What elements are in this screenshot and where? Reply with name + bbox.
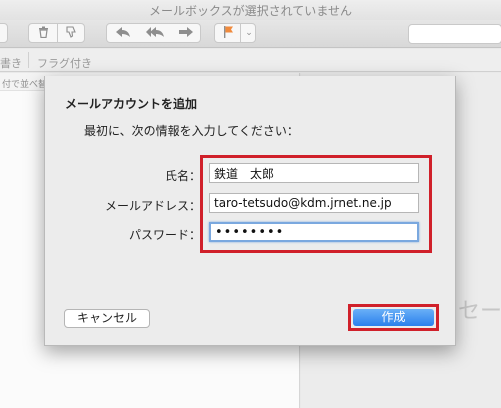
junk-thumbs-down-icon[interactable]: [58, 25, 86, 41]
create-button[interactable]: 作成: [353, 309, 434, 326]
toolbar-edge-button[interactable]: [0, 23, 8, 43]
filter-compose[interactable]: 書き: [0, 55, 22, 71]
filter-divider: [28, 52, 29, 68]
no-selection-text: セー: [458, 299, 501, 324]
add-mail-account-dialog: メールアカウントを追加 最初に、次の情報を入力してください： 氏名： メールアド…: [44, 76, 456, 346]
reply-all-icon[interactable]: [139, 26, 170, 40]
flag-icon: [218, 25, 240, 41]
fields-highlight-frame: [200, 155, 432, 253]
email-label: メールアドレス：: [104, 199, 201, 213]
forward-icon[interactable]: [170, 26, 202, 40]
reply-icon[interactable]: [107, 26, 139, 40]
button-divider: [240, 24, 241, 42]
dialog-subtitle: 最初に、次の情報を入力してください：: [84, 124, 299, 138]
create-button-highlight-frame: 作成: [348, 304, 439, 331]
password-label: パスワード：: [128, 228, 201, 242]
trash-icon[interactable]: [29, 26, 57, 41]
delete-junk-group: [28, 23, 85, 43]
search-input[interactable]: [408, 24, 501, 44]
window-title: メールボックスが選択されていません: [149, 4, 352, 18]
chevron-down-icon: ⌄: [245, 28, 253, 38]
name-label: 氏名：: [164, 169, 201, 183]
favorites-bar: 書き フラグ付き: [0, 49, 501, 72]
toolbar: ⌄: [0, 20, 501, 48]
reply-group: [106, 23, 201, 43]
flag-menu-button[interactable]: ⌄: [214, 23, 256, 43]
filter-flagged[interactable]: フラグ付き: [37, 55, 92, 71]
dialog-title: メールアカウントを追加: [65, 97, 198, 111]
window-titlebar: メールボックスが選択されていません: [0, 0, 501, 20]
cancel-button[interactable]: キャンセル: [64, 309, 150, 328]
